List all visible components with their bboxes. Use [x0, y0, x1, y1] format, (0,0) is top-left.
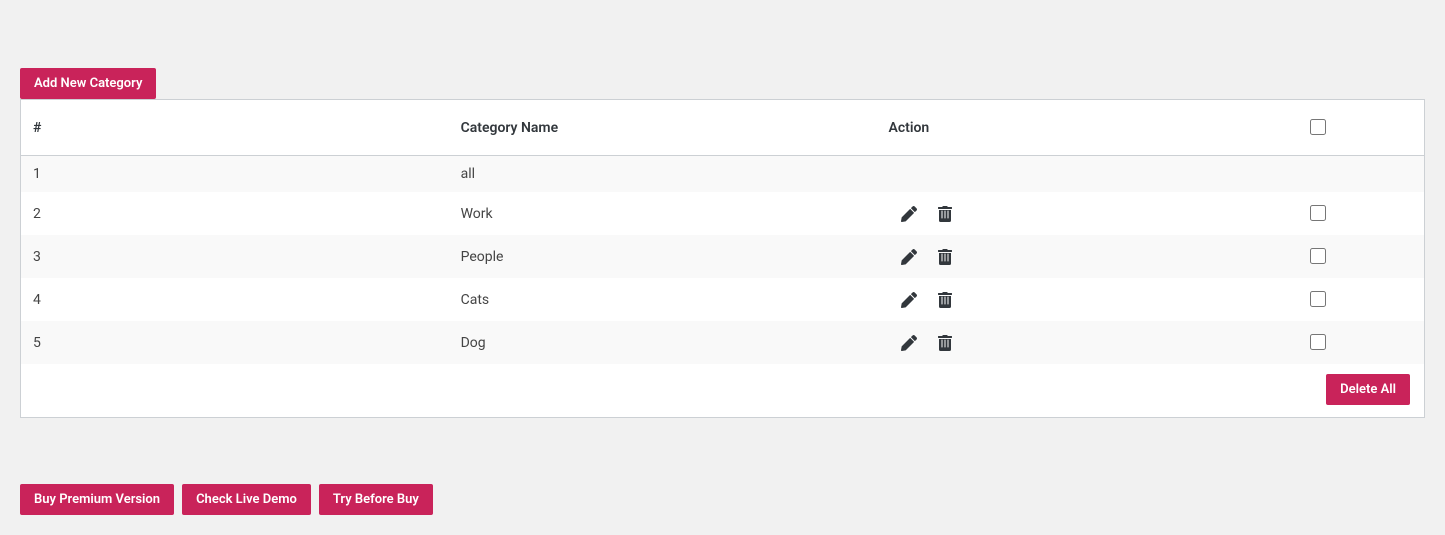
categories-table: # Category Name Action 1all2Work3People4… — [21, 100, 1424, 417]
header-category-name: Category Name — [449, 100, 877, 156]
row-number: 2 — [21, 192, 449, 235]
row-select-checkbox[interactable] — [1310, 248, 1326, 264]
row-select-cell — [1294, 278, 1424, 321]
row-category-name: all — [449, 156, 877, 193]
row-actions — [876, 156, 1294, 193]
pencil-icon[interactable] — [900, 291, 918, 309]
row-actions — [876, 321, 1294, 364]
trash-icon[interactable] — [936, 205, 954, 223]
row-number: 3 — [21, 235, 449, 278]
header-action: Action — [876, 100, 1294, 156]
row-select-checkbox[interactable] — [1310, 334, 1326, 350]
try-before-buy-button[interactable]: Try Before Buy — [319, 484, 433, 515]
categories-table-card: # Category Name Action 1all2Work3People4… — [20, 99, 1425, 418]
header-select-all — [1294, 100, 1424, 156]
table-header-row: # Category Name Action — [21, 100, 1424, 156]
trash-icon[interactable] — [936, 291, 954, 309]
row-actions — [876, 192, 1294, 235]
table-row: 1all — [21, 156, 1424, 193]
select-all-checkbox[interactable] — [1310, 119, 1326, 135]
delete-all-button[interactable]: Delete All — [1326, 374, 1410, 405]
row-number: 4 — [21, 278, 449, 321]
row-category-name: Cats — [449, 278, 877, 321]
row-select-checkbox[interactable] — [1310, 205, 1326, 221]
check-live-demo-button[interactable]: Check Live Demo — [182, 484, 311, 515]
trash-icon[interactable] — [936, 248, 954, 266]
table-footer: Delete All — [21, 364, 1424, 417]
header-number: # — [21, 100, 449, 156]
row-category-name: People — [449, 235, 877, 278]
row-select-cell — [1294, 156, 1424, 193]
row-select-cell — [1294, 192, 1424, 235]
row-category-name: Dog — [449, 321, 877, 364]
row-select-cell — [1294, 321, 1424, 364]
row-number: 5 — [21, 321, 449, 364]
table-row: 5Dog — [21, 321, 1424, 364]
pencil-icon[interactable] — [900, 248, 918, 266]
row-select-checkbox[interactable] — [1310, 291, 1326, 307]
table-row: 3People — [21, 235, 1424, 278]
row-number: 1 — [21, 156, 449, 193]
row-actions — [876, 278, 1294, 321]
row-select-cell — [1294, 235, 1424, 278]
add-new-category-button[interactable]: Add New Category — [20, 68, 156, 99]
row-category-name: Work — [449, 192, 877, 235]
row-actions — [876, 235, 1294, 278]
trash-icon[interactable] — [936, 334, 954, 352]
table-row: 4Cats — [21, 278, 1424, 321]
buy-premium-button[interactable]: Buy Premium Version — [20, 484, 174, 515]
pencil-icon[interactable] — [900, 205, 918, 223]
pencil-icon[interactable] — [900, 334, 918, 352]
table-row: 2Work — [21, 192, 1424, 235]
promo-buttons: Buy Premium Version Check Live Demo Try … — [20, 484, 1425, 515]
